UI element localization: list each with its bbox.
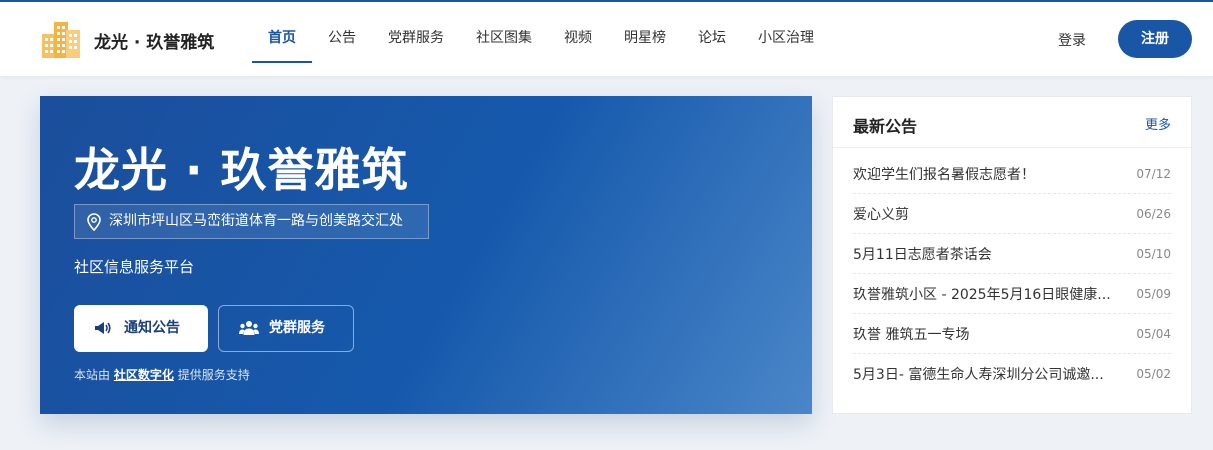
party-services-button-label: 党群服务 (269, 320, 325, 336)
megaphone-icon (95, 322, 111, 334)
address-text: 深圳市坪山区马峦街道体育一路与创美路交汇处 (109, 213, 403, 229)
login-link[interactable]: 登录 (1058, 30, 1086, 50)
nav-item-forum[interactable]: 论坛 (682, 2, 742, 76)
list-item[interactable]: 5月3日- 富德生命人寿深圳分公司诚邀... 05/02 (853, 354, 1171, 394)
announcements-header: 最新公告 更多 (833, 97, 1191, 148)
announcement-date: 05/10 (1136, 246, 1171, 261)
register-button[interactable]: 注册 (1118, 20, 1192, 58)
announcement-date: 05/02 (1136, 367, 1171, 381)
powered-link[interactable]: 社区数字化 (114, 368, 174, 382)
announcements-more-link[interactable]: 更多 (1145, 114, 1171, 133)
powered-by: 本站由 社区数字化 提供服务支持 (74, 366, 250, 383)
nav-item-gallery[interactable]: 社区图集 (460, 2, 548, 76)
notice-button-label: 通知公告 (124, 320, 180, 336)
users-icon (239, 321, 259, 335)
list-item[interactable]: 玖誉雅筑小区 - 2025年5月16日眼健康... 05/09 (853, 274, 1171, 314)
powered-suffix: 提供服务支持 (177, 368, 250, 382)
party-services-button[interactable]: 党群服务 (218, 305, 354, 352)
nav-item-home[interactable]: 首页 (252, 2, 312, 76)
announcement-title: 玖誉 雅筑五一专场 (853, 326, 970, 343)
nav-item-announcements[interactable]: 公告 (312, 2, 372, 76)
hero-subtitle: 社区信息服务平台 (74, 258, 195, 276)
announcement-date: 07/12 (1136, 166, 1171, 181)
announcements-panel: 最新公告 更多 欢迎学生们报名暑假志愿者！ 07/12 爱心义剪 06/26 5… (832, 96, 1192, 414)
nav-item-party-services[interactable]: 党群服务 (372, 2, 460, 76)
list-item[interactable]: 欢迎学生们报名暑假志愿者！ 07/12 (853, 154, 1171, 194)
list-item[interactable]: 玖誉 雅筑五一专场 05/04 (853, 314, 1171, 354)
announcement-title: 爱心义剪 (853, 206, 909, 223)
announcements-title: 最新公告 (853, 117, 918, 136)
announcement-title: 欢迎学生们报名暑假志愿者！ (853, 166, 1035, 183)
announcement-date: 06/26 (1136, 206, 1171, 221)
brand-name[interactable]: 龙光 · 玖誉雅筑 (94, 28, 214, 53)
location-pin-icon (87, 213, 101, 231)
address-box: 深圳市坪山区马峦街道体育一路与创美路交汇处 (74, 204, 429, 239)
hero-banner: 龙光 · 玖誉雅筑 深圳市坪山区马峦街道体育一路与创美路交汇处 社区信息服务平台… (40, 96, 812, 414)
list-item[interactable]: 爱心义剪 06/26 (853, 194, 1171, 234)
announcement-title: 玖誉雅筑小区 - 2025年5月16日眼健康... (853, 286, 1111, 303)
building-icon[interactable] (40, 18, 82, 60)
main-nav: 首页 公告 党群服务 社区图集 视频 明星榜 论坛 小区治理 (252, 2, 830, 76)
hero-title: 龙光 · 玖誉雅筑 (74, 143, 409, 197)
nav-item-governance[interactable]: 小区治理 (742, 2, 830, 76)
announcements-list: 欢迎学生们报名暑假志愿者！ 07/12 爱心义剪 06/26 5月11日志愿者茶… (853, 154, 1171, 394)
nav-item-videos[interactable]: 视频 (548, 2, 608, 76)
nav-item-stars[interactable]: 明星榜 (608, 2, 682, 76)
notice-button[interactable]: 通知公告 (74, 305, 208, 352)
site-header: 龙光 · 玖誉雅筑 首页 公告 党群服务 社区图集 视频 明星榜 论坛 小区治理… (0, 2, 1213, 76)
announcement-date: 05/09 (1136, 286, 1171, 301)
list-item[interactable]: 5月11日志愿者茶话会 05/10 (853, 234, 1171, 274)
announcement-title: 5月3日- 富德生命人寿深圳分公司诚邀... (853, 367, 1104, 383)
powered-prefix: 本站由 (74, 368, 111, 382)
announcement-title: 5月11日志愿者茶话会 (853, 246, 992, 263)
announcement-date: 05/04 (1136, 326, 1171, 341)
